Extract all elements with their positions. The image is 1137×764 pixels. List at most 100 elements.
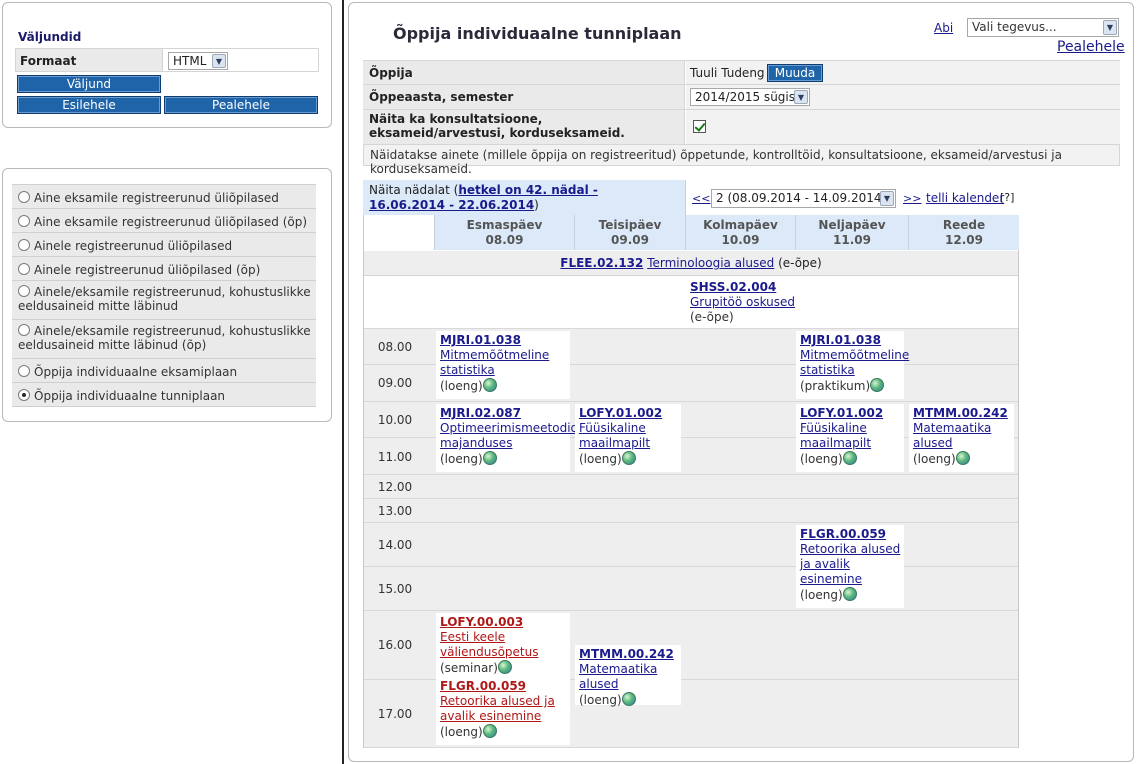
event-code[interactable]: SHSS.02.004 [690,280,776,294]
consult-checkbox[interactable] [693,120,706,133]
event-name[interactable]: majanduses [440,436,512,450]
report-option[interactable]: Õppija individuaalne tunniplaan [12,383,316,407]
report-option[interactable]: Ainele registreerunud üliõpilased (õp) [12,257,316,281]
event-name[interactable]: Retoorika alused [800,542,900,556]
day-date: 09.09 [611,233,649,247]
event-name[interactable]: Matemaatika [579,662,657,676]
globe-icon[interactable] [842,587,857,601]
event-name[interactable]: alused [913,436,953,450]
event-name[interactable]: Optimeerimismeetodid [440,421,578,435]
allweek-event-code[interactable]: FLEE.02.132 [560,256,643,270]
event-type: (seminar) [440,661,498,675]
day-header-fri: Reede 12.09 [908,215,1019,250]
student-row: Õppija Tuuli Tudeng Muuda [363,60,1120,85]
radio-button[interactable] [18,239,30,251]
event-type: (e-õpe) [690,310,734,324]
allweek-row: FLEE.02.132 Terminoloogia alused (e-õpe) [364,251,1018,275]
globe-icon[interactable] [497,660,512,674]
report-option[interactable]: Ainele/eksamile registreerunud, kohustus… [12,320,316,359]
row-divider [364,610,1018,611]
report-option-label: Õppija individuaalne tunniplaan [34,389,226,403]
globe-icon[interactable] [482,724,497,738]
event-name[interactable]: Mitmemõõtmeline [440,348,549,362]
event-name[interactable]: avalik esinemine [440,709,541,723]
globe-icon[interactable] [842,451,857,465]
event-code[interactable]: LOFY.00.003 [440,615,523,629]
event-code[interactable]: LOFY.01.002 [800,406,883,420]
report-option[interactable]: Aine eksamile registreerunud üliõpilased [12,184,316,209]
event-code[interactable]: FLGR.00.059 [440,679,526,693]
main-page-button[interactable]: Pealehele [164,96,318,114]
year-value-cell: 2014/2015 sügis ▼ [686,85,1120,109]
event-code[interactable]: MJRI.01.038 [800,333,881,347]
radio-button[interactable] [18,365,30,377]
globe-icon[interactable] [621,692,636,706]
day-header-wed: Kolmapäev 10.09 [685,215,795,250]
semester-select[interactable]: 2014/2015 sügis ▼ [690,88,810,106]
allweek-event: FLEE.02.132 Terminoloogia alused (e-õpe) [364,256,1018,270]
event-name[interactable]: ja avalik [800,557,850,571]
format-select[interactable]: HTML ▼ [168,52,228,70]
chevron-down-icon: ▼ [212,54,226,68]
event-type: (loeng) [579,693,622,707]
event-name[interactable]: maailmapilt [579,436,650,450]
radio-button[interactable] [18,389,30,401]
calendar-link[interactable]: telli kalender [926,191,1004,205]
year-label: Õppeaasta, semester [363,85,685,109]
main-page-link[interactable]: Pealehele [1057,39,1125,55]
prev-week-link[interactable]: << [692,192,710,205]
schedule-event: LOFY.00.003 Eesti keele väliendusõpetus (se… [440,615,539,676]
student-name: Tuuli Tudeng [690,66,765,80]
event-name[interactable]: Grupitöö oskused [690,295,795,309]
event-name[interactable]: Retoorika alused ja [440,694,555,708]
event-name[interactable]: statistika [800,363,855,377]
week-select[interactable]: 2 (08.09.2014 - 14.09.2014) ▼ [711,189,896,208]
output-button[interactable]: Väljund [17,75,161,93]
radio-button[interactable] [18,215,30,227]
schedule-event: MJRI.02.087 Optimeerimismeetodid majanduse… [440,406,578,467]
event-name[interactable]: maailmapilt [800,436,871,450]
report-option[interactable]: Õppija individuaalne eksamiplaan [12,359,316,383]
report-option[interactable]: Ainele registreerunud üliõpilased [12,233,316,257]
radio-button[interactable] [18,285,30,297]
student-value-cell: Tuuli Tudeng Muuda [686,61,1120,84]
format-select-value: HTML [173,54,207,68]
event-code[interactable]: MTMM.00.242 [913,406,1008,420]
radio-button[interactable] [18,263,30,275]
event-name[interactable]: alused [579,677,619,691]
event-name[interactable]: esinemine [800,572,862,586]
event-code[interactable]: MTMM.00.242 [579,647,674,661]
globe-icon[interactable] [621,451,636,465]
allweek-event-name[interactable]: Terminoloogia alused [647,256,774,270]
next-week-link[interactable]: >> [903,192,921,205]
row-divider [364,498,1018,499]
radio-button[interactable] [18,191,30,203]
globe-icon[interactable] [482,378,497,392]
event-code[interactable]: MJRI.01.038 [440,333,521,347]
event-code[interactable]: FLGR.00.059 [800,527,886,541]
day-date: 10.09 [721,233,760,247]
day-header-thu: Neljapäev 11.09 [795,215,908,250]
change-student-button[interactable]: Muuda [767,64,823,82]
event-name[interactable]: Füüsikaline [579,421,646,435]
globe-icon[interactable] [482,451,497,465]
event-name[interactable]: Füüsikaline [800,421,867,435]
report-option[interactable]: Ainele/eksamile registreerunud, kohustus… [12,281,316,320]
globe-icon[interactable] [870,378,885,392]
time-label: 14.00 [377,538,413,552]
event-name[interactable]: Matemaatika [913,421,991,435]
home-button[interactable]: Esilehele [17,96,161,114]
report-option[interactable]: Aine eksamile registreerunud üliõpilased… [12,209,316,233]
event-name[interactable]: Mitmemõõtmeline [800,348,909,362]
help-link[interactable]: Abi [934,21,953,35]
info-row: Näidatakse ainete (millele õppija on reg… [363,145,1120,176]
event-name[interactable]: väliendusõpetus [440,645,539,659]
event-name[interactable]: statistika [440,363,495,377]
action-select[interactable]: Vali tegevus... ▼ [967,18,1119,37]
event-name[interactable]: Eesti keele [440,630,505,644]
radio-button[interactable] [18,324,30,336]
event-code[interactable]: LOFY.01.002 [579,406,662,420]
week-show-label: Näita nädalat ( [369,183,459,197]
globe-icon[interactable] [955,451,970,465]
event-code[interactable]: MJRI.02.087 [440,406,521,420]
